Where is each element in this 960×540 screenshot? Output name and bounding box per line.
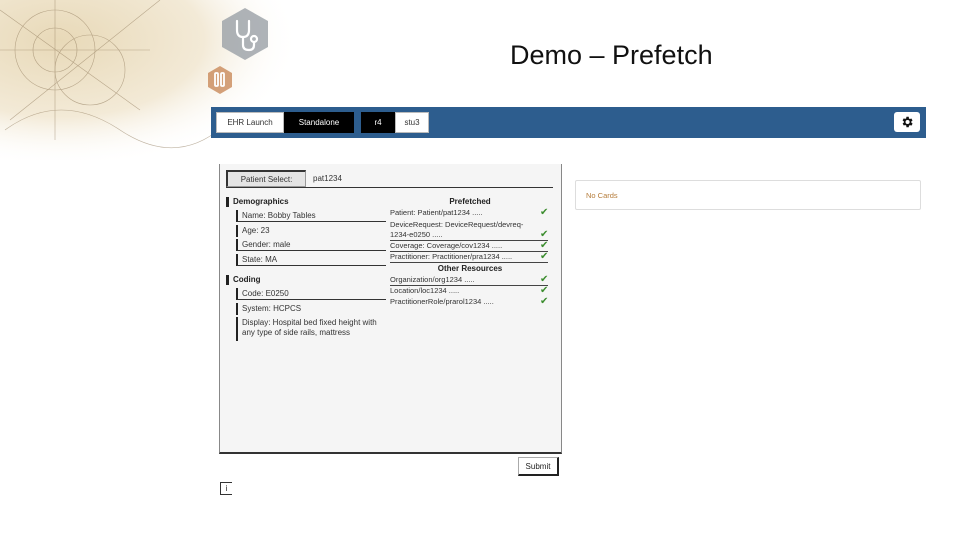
- other-resource-item: Location/loc1234 .....: [390, 286, 460, 295]
- settings-button[interactable]: [894, 112, 920, 132]
- check-icon: ✔: [540, 274, 549, 285]
- other-resource-item: PractitionerRole/prarol1234 .....: [390, 297, 494, 306]
- prefetched-item: Practitioner: Practitioner/pra1234 .....: [390, 252, 548, 263]
- demographics-gender: Gender: male: [236, 239, 386, 251]
- prefetched-item: Coverage: Coverage/cov1234 .....: [390, 241, 548, 252]
- check-icon: ✔: [540, 229, 549, 240]
- prefetched-item: 1234-e0250 .....: [390, 230, 548, 241]
- prefetched-heading: Prefetched: [449, 197, 491, 206]
- tab-ehr-launch[interactable]: EHR Launch: [216, 112, 284, 133]
- demographics-heading: Demographics: [226, 197, 289, 207]
- gear-icon: [902, 116, 913, 128]
- divider: [226, 187, 553, 188]
- coding-display: Display: Hospital bed fixed height with …: [236, 317, 396, 341]
- submit-button[interactable]: Submit: [518, 457, 559, 476]
- patient-select-button[interactable]: Patient Select:: [226, 170, 306, 187]
- other-resources-heading: Other Resources: [437, 264, 503, 273]
- demographics-age: Age: 23: [236, 225, 386, 237]
- check-icon: ✔: [540, 251, 549, 262]
- tube-icon: [214, 72, 225, 87]
- tab-stu3[interactable]: stu3: [395, 112, 429, 133]
- cards-panel: No Cards: [575, 180, 921, 210]
- coding-system: System: HCPCS: [236, 303, 386, 315]
- demographics-name: Name: Bobby Tables: [236, 210, 386, 222]
- patient-select-value[interactable]: pat1234: [313, 174, 342, 183]
- tab-r4[interactable]: r4: [361, 112, 395, 133]
- coding-display-line1: Display: Hospital bed fixed height with: [242, 318, 377, 327]
- request-panel: Patient Select: pat1234 Demographics Nam…: [219, 164, 562, 454]
- slide-title: Demo – Prefetch: [510, 40, 713, 70]
- other-resource-item: Organization/org1234 .....: [390, 275, 548, 286]
- coding-display-line2: any type of side rails, mattress: [242, 328, 351, 337]
- no-cards-text: No Cards: [586, 190, 618, 200]
- check-icon: ✔: [540, 285, 549, 296]
- prefetched-item: DeviceRequest: DeviceRequest/devreq-: [390, 220, 524, 229]
- demographics-state: State: MA: [236, 254, 386, 266]
- coding-code: Code: E0250: [236, 288, 386, 300]
- check-icon: ✔: [540, 240, 549, 251]
- coding-heading: Coding: [226, 275, 261, 285]
- check-icon: ✔: [540, 296, 549, 307]
- mini-button[interactable]: i: [220, 482, 232, 495]
- check-icon: ✔: [540, 207, 549, 218]
- stethoscope-icon: [235, 19, 259, 52]
- prefetched-item: Patient: Patient/pat1234 .....: [390, 208, 483, 217]
- tab-standalone[interactable]: Standalone: [284, 112, 354, 133]
